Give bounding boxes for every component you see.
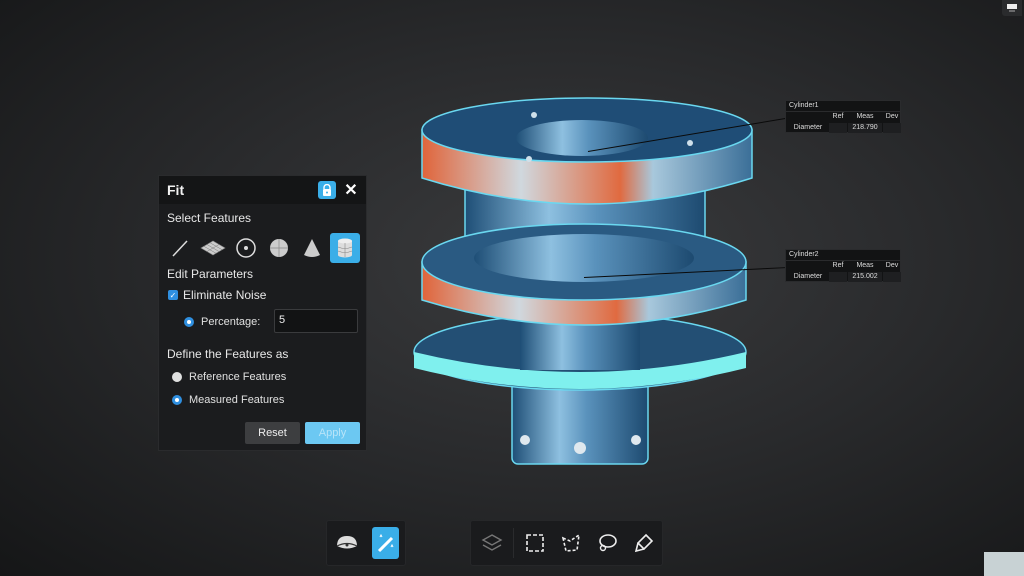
feature-sphere-button[interactable] bbox=[264, 233, 294, 263]
circle-icon bbox=[236, 238, 256, 258]
feature-type-selector bbox=[165, 233, 360, 263]
screen-corner-button[interactable] bbox=[1002, 0, 1022, 16]
cylinder1-annotation[interactable]: Cylinder1 Ref Meas Dev Diameter 218.790 bbox=[785, 100, 901, 133]
annotation-title: Cylinder1 bbox=[786, 101, 900, 112]
view-mode-button[interactable] bbox=[333, 527, 360, 559]
lasso-select-button[interactable] bbox=[592, 527, 622, 559]
percentage-label: Percentage: bbox=[201, 316, 261, 328]
annotation-title: Cylinder2 bbox=[786, 250, 900, 261]
meas-value: 215.002 bbox=[848, 272, 882, 282]
col-meas: Meas bbox=[856, 262, 874, 269]
percentage-input[interactable]: 5 bbox=[274, 309, 358, 333]
dev-value bbox=[883, 123, 901, 133]
feature-cylinder-button[interactable] bbox=[330, 233, 360, 263]
polygon-select-button[interactable] bbox=[556, 527, 586, 559]
percentage-radio[interactable]: Percentage: bbox=[184, 316, 260, 328]
dev-value bbox=[883, 272, 901, 282]
feature-plane-button[interactable] bbox=[198, 233, 228, 263]
row-label: Diameter bbox=[793, 273, 823, 280]
view-mode-icon bbox=[336, 536, 357, 549]
corner-thumbnail bbox=[984, 552, 1024, 576]
eliminate-noise-label: Eliminate Noise bbox=[183, 288, 267, 302]
magic-wand-button[interactable] bbox=[372, 527, 399, 559]
edit-parameters-heading: Edit Parameters bbox=[167, 267, 254, 281]
radio-unselected-icon bbox=[172, 372, 182, 382]
measured-features-label: Measured Features bbox=[189, 394, 285, 406]
magic-wand-icon bbox=[377, 533, 393, 553]
lock-icon[interactable] bbox=[318, 181, 336, 199]
view-toolbar bbox=[326, 520, 406, 566]
cylinder2-annotation[interactable]: Cylinder2 Ref Meas Dev Diameter 215.002 bbox=[785, 249, 901, 282]
col-ref: Ref bbox=[832, 113, 844, 120]
layers-button[interactable] bbox=[477, 527, 507, 559]
brush-select-button[interactable] bbox=[629, 527, 659, 559]
panel-header: Fit ✕ bbox=[159, 176, 366, 204]
feature-line-button[interactable] bbox=[165, 233, 195, 263]
col-dev: Dev bbox=[885, 113, 899, 120]
line-icon bbox=[172, 240, 188, 257]
reference-features-radio[interactable]: Reference Features bbox=[172, 371, 286, 383]
measured-features-radio[interactable]: Measured Features bbox=[172, 394, 284, 406]
apply-button[interactable]: Apply bbox=[305, 422, 360, 444]
3d-viewport[interactable] bbox=[0, 0, 1024, 576]
fit-panel: Fit ✕ Select Features Edit Parameters ✓ E… bbox=[158, 175, 367, 451]
panel-title: Fit bbox=[167, 182, 185, 198]
brush-select-icon bbox=[634, 533, 653, 553]
row-label: Diameter bbox=[793, 124, 823, 131]
feature-cone-button[interactable] bbox=[297, 233, 327, 263]
ref-value bbox=[829, 123, 847, 133]
select-features-heading: Select Features bbox=[167, 211, 252, 225]
radio-selected-icon bbox=[184, 317, 194, 327]
radio-selected-icon bbox=[172, 395, 182, 405]
col-dev: Dev bbox=[885, 262, 899, 269]
polygon-select-icon bbox=[561, 533, 580, 552]
close-icon[interactable]: ✕ bbox=[344, 180, 358, 200]
rectangle-select-button[interactable] bbox=[519, 527, 549, 559]
cone-icon bbox=[304, 239, 320, 257]
sphere-icon bbox=[270, 239, 288, 257]
plane-icon bbox=[200, 240, 226, 256]
checkbox-checked-icon: ✓ bbox=[168, 290, 178, 300]
layers-icon bbox=[481, 534, 503, 551]
monitor-icon bbox=[1007, 4, 1017, 12]
toolbar-separator bbox=[513, 528, 515, 558]
rectangle-select-icon bbox=[525, 534, 544, 552]
eliminate-noise-checkbox[interactable]: ✓ Eliminate Noise bbox=[168, 288, 266, 302]
feature-circle-button[interactable] bbox=[231, 233, 261, 263]
selection-toolbar bbox=[470, 520, 663, 566]
col-meas: Meas bbox=[856, 113, 874, 120]
col-ref: Ref bbox=[832, 262, 844, 269]
cylinder-icon bbox=[337, 238, 353, 258]
scanned-part-model[interactable] bbox=[0, 0, 1024, 576]
reset-button[interactable]: Reset bbox=[245, 422, 300, 444]
meas-value: 218.790 bbox=[848, 123, 882, 133]
lasso-select-icon bbox=[599, 534, 618, 552]
reference-features-label: Reference Features bbox=[189, 371, 287, 383]
define-features-heading: Define the Features as bbox=[167, 347, 289, 361]
ref-value bbox=[829, 272, 847, 282]
